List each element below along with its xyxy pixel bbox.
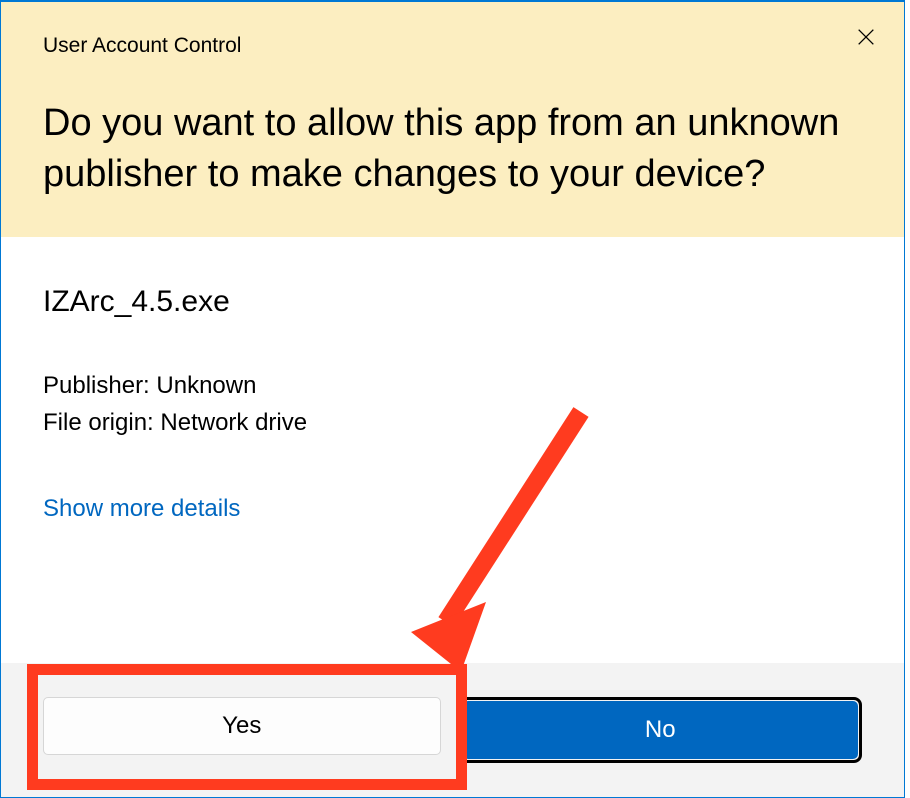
uac-dialog-window: User Account Control Do you want to allo…	[0, 0, 905, 798]
file-origin-label: File origin:	[43, 409, 154, 436]
file-origin-line: File origin: Network drive	[43, 404, 862, 441]
show-more-details-link[interactable]: Show more details	[43, 495, 862, 523]
dialog-title-small: User Account Control	[43, 34, 862, 58]
publisher-value: Unknown	[156, 372, 256, 399]
dialog-body: IZArc_4.5.exe Publisher: Unknown File or…	[1, 237, 904, 557]
dialog-header: User Account Control Do you want to allo…	[1, 2, 904, 237]
close-icon	[855, 26, 877, 51]
app-name: IZArc_4.5.exe	[43, 285, 862, 319]
close-button[interactable]	[852, 24, 880, 52]
publisher-label: Publisher:	[43, 372, 150, 399]
yes-button[interactable]: Yes	[43, 697, 441, 755]
publisher-line: Publisher: Unknown	[43, 367, 862, 404]
dialog-footer: Yes No	[1, 663, 904, 797]
file-origin-value: Network drive	[160, 409, 307, 436]
no-button[interactable]: No	[463, 701, 859, 759]
dialog-title-large: Do you want to allow this app from an un…	[43, 98, 862, 201]
no-button-focus-ring: No	[459, 697, 863, 763]
